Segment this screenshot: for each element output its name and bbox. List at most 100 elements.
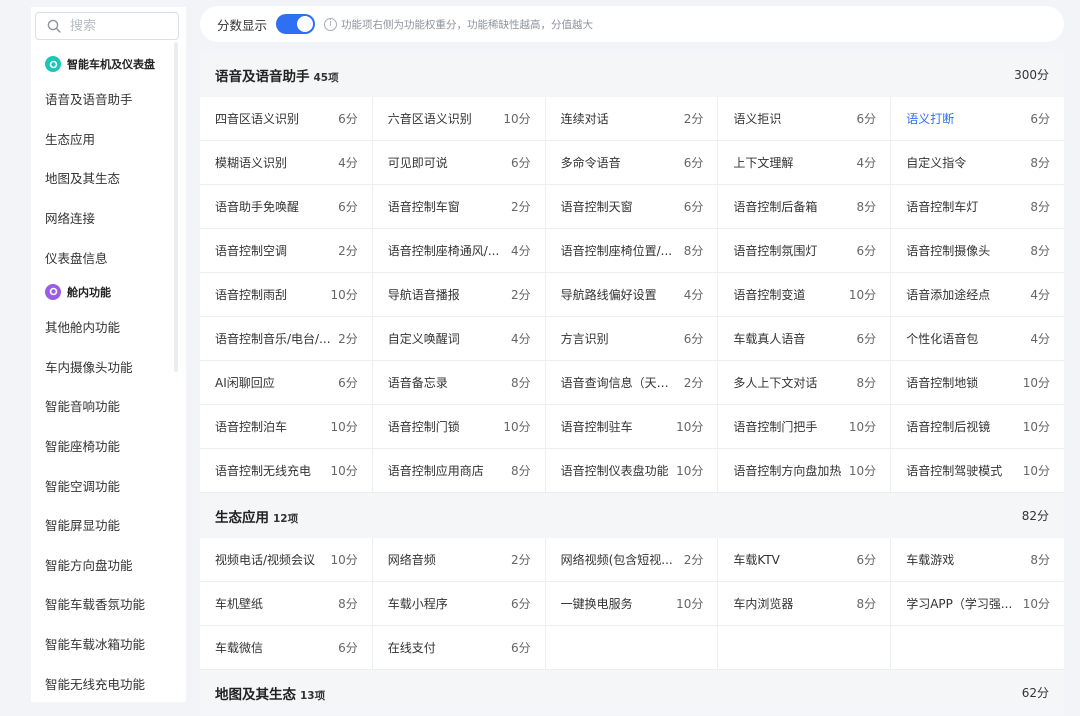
feature-name: AI闲聊回应	[215, 376, 275, 390]
feature-cell[interactable]: 自定义指令 8分	[891, 141, 1064, 185]
feature-cell[interactable]: 上下文理解 4分	[718, 141, 892, 185]
feature-score: 2分	[338, 332, 358, 346]
feature-cell[interactable]: 车机壁纸 8分	[200, 582, 373, 626]
feature-cell[interactable]: 一键换电服务 10分	[545, 582, 719, 626]
feature-name: 车载游戏	[906, 553, 955, 567]
sidebar-item[interactable]: 智能空调功能	[31, 465, 171, 505]
sidebar-item[interactable]: 智能屏显功能	[31, 505, 171, 545]
sidebar-item[interactable]: 智能座椅功能	[31, 426, 171, 466]
sidebar-item[interactable]: 智能音响功能	[31, 386, 171, 426]
feature-score: 8分	[510, 464, 531, 478]
feature-name: 语音控制座椅位置/...	[560, 244, 673, 258]
feature-cell[interactable]: 语音控制车窗 2分	[372, 185, 546, 229]
feature-cell[interactable]: 模糊语义识别 4分	[200, 141, 373, 185]
feature-cell[interactable]: 六音区语义识别 10分	[372, 97, 546, 141]
feature-cell[interactable]: 语音控制方向盘加热 10分	[718, 449, 892, 493]
feature-cell[interactable]: 语音控制仪表盘功能 10分	[545, 449, 719, 493]
sidebar-group[interactable]: 智能车机及仪表盘	[31, 49, 171, 79]
feature-cell[interactable]: 语音控制氛围灯 6分	[718, 229, 892, 273]
feature-cell[interactable]: 语音控制应用商店 8分	[372, 449, 546, 493]
feature-cell[interactable]: 语音控制泊车 10分	[200, 405, 373, 449]
sidebar-item[interactable]: 智能车载香氛功能	[31, 584, 171, 624]
feature-name: 自定义指令	[906, 156, 967, 170]
feature-cell[interactable]: 个性化语音包 4分	[891, 317, 1064, 361]
section-score: 300分	[1014, 68, 1049, 82]
feature-cell[interactable]: 视频电话/视频会议 10分	[200, 538, 373, 582]
score-display-toggle[interactable]	[276, 14, 316, 34]
feature-cell[interactable]: 多人上下文对话 8分	[718, 361, 892, 405]
feature-cell[interactable]: 网络视频(包含短视... 2分	[545, 538, 719, 582]
sidebar-item[interactable]: 其他舱内功能	[31, 307, 171, 347]
sidebar-item[interactable]: 智能无线充电功能	[31, 663, 171, 702]
feature-cell[interactable]: AI闲聊回应 6分	[200, 361, 373, 405]
feature-cell[interactable]: 语音助手免唤醒 6分	[200, 185, 373, 229]
feature-cell[interactable]: 车内浏览器 8分	[718, 582, 892, 626]
feature-score: 6分	[510, 597, 531, 611]
feature-cell[interactable]: 语音查询信息（天气... 2分	[545, 361, 719, 405]
feature-cell[interactable]: 语音控制空调 2分	[200, 229, 373, 273]
feature-cell[interactable]: 车载小程序 6分	[372, 582, 546, 626]
feature-cell[interactable]: 可见即可说 6分	[372, 141, 546, 185]
sidebar-item[interactable]: 智能车载冰箱功能	[31, 624, 171, 664]
sidebar-item-label: 智能无线充电功能	[45, 676, 146, 692]
sidebar-item[interactable]: 仪表盘信息	[31, 237, 171, 277]
feature-cell[interactable]: 语音控制音乐/电台/... 2分	[200, 317, 373, 361]
feature-cell[interactable]: 语义打断 6分	[891, 97, 1064, 141]
feature-cell[interactable]: 导航路线偏好设置 4分	[545, 273, 719, 317]
feature-cell[interactable]: 多命令语音 6分	[545, 141, 719, 185]
sidebar-group[interactable]: 舱内功能	[31, 277, 171, 307]
sidebar-item[interactable]: 生态应用	[31, 119, 171, 159]
feature-cell[interactable]: 车载KTV 6分	[718, 538, 892, 582]
feature-name: 语音备忘录	[387, 376, 448, 390]
empty-cell	[891, 626, 1064, 670]
feature-cell[interactable]: 语音控制变道 10分	[718, 273, 892, 317]
search-input[interactable]	[70, 16, 170, 36]
feature-cell[interactable]: 语音控制门把手 10分	[718, 405, 892, 449]
feature-cell[interactable]: 语音控制地锁 10分	[891, 361, 1064, 405]
feature-cell[interactable]: 导航语音播报 2分	[372, 273, 546, 317]
feature-cell[interactable]: 车载真人语音 6分	[718, 317, 892, 361]
feature-score: 8分	[856, 200, 877, 214]
feature-name: 语音控制后视镜	[906, 420, 991, 434]
sidebar-item[interactable]: 地图及其生态	[31, 158, 171, 198]
feature-cell[interactable]: 连续对话 2分	[545, 97, 719, 141]
feature-score: 6分	[683, 332, 704, 346]
feature-cell[interactable]: 语音控制门锁 10分	[372, 405, 546, 449]
feature-cell[interactable]: 语音控制车灯 8分	[891, 185, 1064, 229]
feature-cell[interactable]: 语音控制后备箱 8分	[718, 185, 892, 229]
feature-cell[interactable]: 在线支付 6分	[372, 626, 546, 670]
feature-cell[interactable]: 语音控制摄像头 8分	[891, 229, 1064, 273]
sidebar-item[interactable]: 车内摄像头功能	[31, 347, 171, 387]
feature-cell[interactable]: 语音控制无线充电 10分	[200, 449, 373, 493]
feature-cell[interactable]: 语义拒识 6分	[718, 97, 892, 141]
feature-name: 车内浏览器	[733, 597, 794, 611]
feature-name: 语音控制方向盘加热	[733, 464, 842, 478]
feature-cell[interactable]: 语音控制雨刮 10分	[200, 273, 373, 317]
feature-cell[interactable]: 车载游戏 8分	[891, 538, 1064, 582]
feature-cell[interactable]: 自定义唤醒词 4分	[372, 317, 546, 361]
feature-score: 10分	[503, 112, 531, 126]
feature-cell[interactable]: 语音添加途经点 4分	[891, 273, 1064, 317]
feature-cell[interactable]: 学习APP（学习强... 10分	[891, 582, 1064, 626]
sidebar-item[interactable]: 语音及语音助手	[31, 79, 171, 119]
feature-score: 8分	[683, 244, 704, 258]
sidebar-item[interactable]: 智能方向盘功能	[31, 545, 171, 585]
feature-cell[interactable]: 车载微信 6分	[200, 626, 373, 670]
feature-cell[interactable]: 四音区语义识别 6分	[200, 97, 373, 141]
feature-cell[interactable]: 语音控制天窗 6分	[545, 185, 719, 229]
feature-cell[interactable]: 方言识别 6分	[545, 317, 719, 361]
feature-cell[interactable]: 网络音频 2分	[372, 538, 546, 582]
search-box[interactable]	[35, 12, 179, 40]
feature-cell[interactable]: 语音控制后视镜 10分	[891, 405, 1064, 449]
sidebar-item-label: 智能空调功能	[45, 478, 121, 494]
sidebar-item[interactable]: 网络连接	[31, 198, 171, 238]
feature-cell[interactable]: 语音控制座椅位置/... 8分	[545, 229, 719, 273]
feature-score: 10分	[676, 597, 704, 611]
feature-cell[interactable]: 语音备忘录 8分	[372, 361, 546, 405]
sidebar-scrollbar[interactable]	[174, 42, 178, 372]
sidebar-item-label: 智能方向盘功能	[45, 557, 133, 573]
feature-cell[interactable]: 语音控制驾驶模式 10分	[891, 449, 1064, 493]
feature-cell[interactable]: 语音控制座椅通风/... 4分	[372, 229, 546, 273]
feature-cell[interactable]: 语音控制驻车 10分	[545, 405, 719, 449]
feature-score: 8分	[856, 597, 877, 611]
